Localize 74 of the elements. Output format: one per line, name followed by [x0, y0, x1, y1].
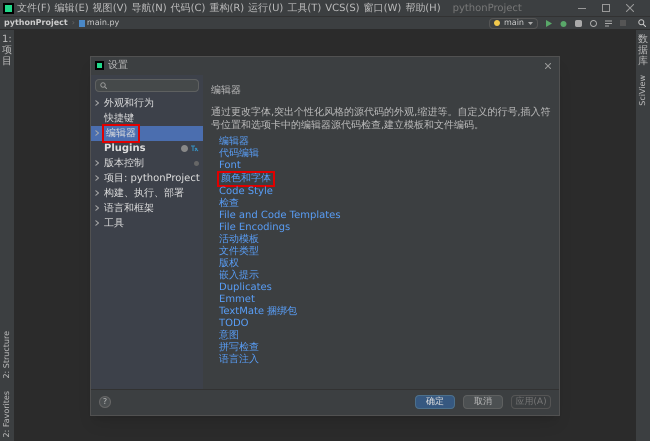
- settings-nav-item[interactable]: 工具: [91, 216, 203, 230]
- settings-link[interactable]: TODO: [219, 318, 249, 330]
- menu-item[interactable]: 运行(U): [248, 0, 284, 16]
- menu-item[interactable]: 帮助(H): [405, 0, 441, 16]
- menu-item[interactable]: 视图(V): [92, 0, 128, 16]
- settings-link[interactable]: File and Code Templates: [219, 210, 341, 222]
- close-icon[interactable]: [626, 4, 634, 12]
- menu-item[interactable]: 代码(C): [170, 0, 206, 16]
- settings-link[interactable]: File Encodings: [219, 222, 290, 234]
- menu-item[interactable]: 窗口(W): [364, 0, 402, 16]
- app-logo-icon: [95, 61, 104, 70]
- settings-link[interactable]: 语言注入: [219, 354, 259, 366]
- help-button[interactable]: ?: [99, 396, 111, 408]
- app-logo-icon: [3, 2, 14, 14]
- settings-nav-item[interactable]: 版本控制: [91, 156, 203, 170]
- breadcrumb-separator: ›: [72, 17, 75, 29]
- dialog-title: 设置: [108, 58, 128, 73]
- settings-link[interactable]: 意图: [219, 330, 239, 342]
- menu-item[interactable]: 重构(R): [209, 0, 244, 16]
- menu-item[interactable]: 工具(T): [287, 0, 322, 16]
- settings-link[interactable]: Font: [219, 160, 241, 172]
- settings-link[interactable]: 拼写检查: [219, 342, 259, 354]
- settings-link[interactable]: 版权: [219, 258, 239, 270]
- close-icon[interactable]: [545, 62, 551, 68]
- settings-link[interactable]: 文件类型: [219, 246, 259, 258]
- chevron-icon: [95, 205, 99, 211]
- settings-link[interactable]: Emmet: [219, 294, 255, 306]
- python-logo-icon: [494, 20, 500, 26]
- python-file-icon: [78, 20, 85, 26]
- tool-window-tab[interactable]: SciView: [637, 75, 649, 106]
- settings-nav-item[interactable]: 构建、执行、部署: [91, 186, 203, 200]
- run-icon[interactable]: [546, 20, 552, 26]
- breadcrumb-item[interactable]: main.py: [86, 17, 120, 29]
- ok-button[interactable]: 确定: [415, 395, 455, 409]
- run-configuration-dropdown[interactable]: main: [489, 18, 538, 28]
- menu-item[interactable]: 编辑(E): [54, 0, 89, 16]
- window-title: pythonProject: [452, 2, 522, 16]
- tool-window-tab[interactable]: 数据库: [638, 34, 648, 67]
- settings-link[interactable]: TextMate 捆绑包: [219, 306, 298, 318]
- section-heading: 编辑器: [211, 84, 242, 98]
- settings-nav-item[interactable]: 编辑器: [91, 126, 203, 140]
- settings-link[interactable]: Code Style: [219, 186, 273, 198]
- settings-nav-item[interactable]: 项目: pythonProject: [91, 170, 203, 186]
- section-description: 通过更改字体,突出个性化风格的源代码的外观,缩进等。自定义的行号,插入符号位置和选项卡中的编辑器源代码检查,建立模板和文件编码。: [211, 106, 551, 132]
- search-icon[interactable]: [638, 19, 646, 27]
- tool-window-tab[interactable]: 1: 项目: [2, 34, 12, 67]
- maximize-icon[interactable]: [602, 4, 610, 12]
- chevron-icon: [95, 100, 99, 106]
- chevron-icon: [95, 130, 99, 136]
- settings-link[interactable]: 编辑器: [219, 136, 249, 148]
- breadcrumb-item[interactable]: pythonProject: [4, 17, 68, 29]
- menu-item[interactable]: 文件(F): [17, 0, 51, 16]
- chevron-icon: [95, 190, 99, 196]
- settings-link[interactable]: 代码编辑: [219, 148, 259, 160]
- chevron-icon: [95, 160, 99, 166]
- chevron-icon: [95, 220, 99, 226]
- settings-link[interactable]: Duplicates: [219, 282, 272, 294]
- tool-window-tab[interactable]: 2: Favorites: [1, 390, 13, 437]
- settings-link[interactable]: 检查: [219, 198, 239, 210]
- settings-link[interactable]: 活动模板: [219, 234, 259, 246]
- menu-item[interactable]: VCS(S): [325, 0, 360, 16]
- settings-link[interactable]: 颜色和字体: [219, 172, 273, 184]
- settings-nav-item[interactable]: 语言和框架: [91, 200, 203, 216]
- search-field[interactable]: [95, 78, 199, 92]
- settings-nav-item[interactable]: 快捷键: [91, 110, 203, 126]
- dialog-button[interactable]: 取消: [463, 395, 503, 409]
- settings-nav-item[interactable]: 外观和行为: [91, 96, 203, 110]
- caret-icon: [528, 22, 533, 24]
- settings-nav-item[interactable]: Plugins: [91, 140, 203, 156]
- chevron-icon: [95, 175, 99, 181]
- menu-item[interactable]: 导航(N): [131, 0, 167, 16]
- settings-link[interactable]: 嵌入提示: [219, 270, 259, 282]
- tool-window-tab[interactable]: 2: Structure: [1, 330, 13, 379]
- search-icon: [100, 82, 107, 88]
